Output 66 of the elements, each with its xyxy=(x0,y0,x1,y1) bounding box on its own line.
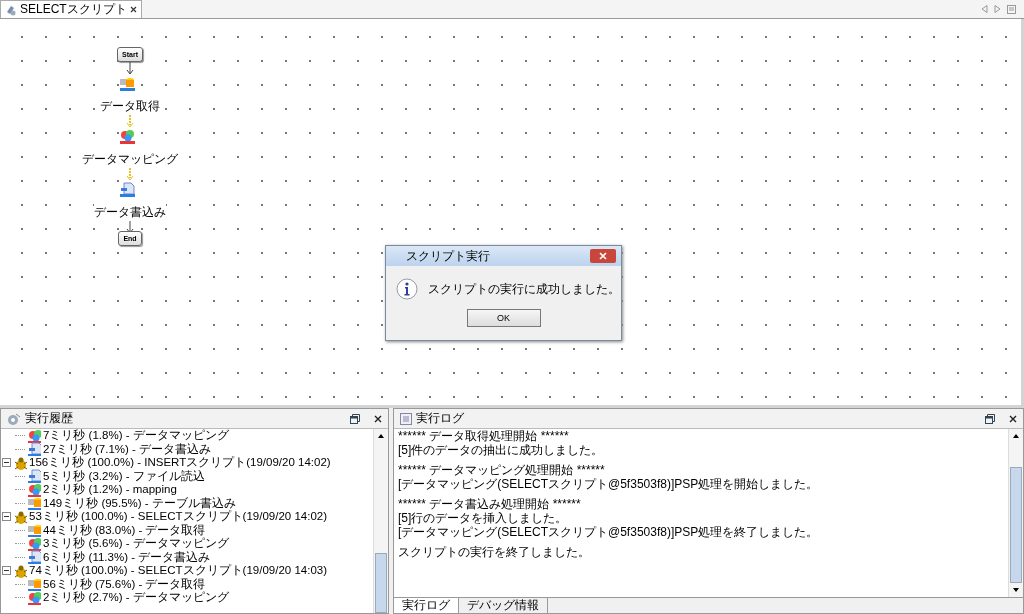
panel-tab[interactable]: デバッグ情報 xyxy=(459,598,548,613)
tree-item[interactable]: 156ミリ秒 (100.0%) - INSERTスクリプト(19/09/20 14:02) xyxy=(29,456,331,470)
document-icon xyxy=(27,442,41,457)
connector-arrow xyxy=(125,62,135,76)
tree-item[interactable]: 149ミリ秒 (95.5%) - テーブル書込み xyxy=(43,496,236,510)
collapse-toggle[interactable] xyxy=(2,458,11,468)
node-label: データマッピング xyxy=(82,151,178,168)
ok-button[interactable]: OK xyxy=(466,309,541,327)
panel-title: 実行ログ xyxy=(416,410,464,427)
tree-item[interactable]: 44ミリ秒 (83.0%) - データ取得 xyxy=(43,523,206,537)
node-label: データ書込み xyxy=(94,204,166,221)
connector-arrow xyxy=(125,115,135,129)
connector-arrow xyxy=(125,221,135,231)
scrollbar[interactable] xyxy=(1008,429,1023,597)
close-icon[interactable] xyxy=(129,6,137,13)
colored-balls-icon xyxy=(27,590,41,605)
bug-icon xyxy=(13,509,27,524)
document-icon xyxy=(27,550,41,565)
editor-tab[interactable]: SELECTスクリプト xyxy=(0,0,142,18)
restore-icon xyxy=(350,413,360,424)
collapse-toggle[interactable] xyxy=(2,512,11,522)
tree-item[interactable]: 2ミリ秒 (1.2%) - mapping xyxy=(43,483,177,497)
bug-icon xyxy=(13,455,27,470)
tree-item[interactable]: 5ミリ秒 (3.2%) - ファイル読込 xyxy=(43,469,205,483)
log-line: [データマッピング(SELECTスクリプト@5f3503f8)]PSP処理を終了しました。 xyxy=(398,525,820,539)
panel-tab[interactable]: 実行ログ xyxy=(394,598,459,613)
tree-item[interactable]: 74ミリ秒 (100.0%) - SELECTスクリプト(19/09/20 14:03) xyxy=(29,564,327,578)
scroll-thumb[interactable] xyxy=(375,553,387,613)
database-icon xyxy=(27,577,41,592)
tree-item[interactable]: 27ミリ秒 (7.1%) - データ書込み xyxy=(43,442,212,456)
tree-item[interactable]: 7ミリ秒 (1.8%) - データマッピング xyxy=(43,429,229,443)
log-line: ****** データマッピング処理開始 ****** xyxy=(398,463,606,477)
colored-balls-icon xyxy=(27,482,41,497)
log-line: [5]行のデータを挿入しました。 xyxy=(398,511,569,525)
tree-item[interactable]: 56ミリ秒 (75.6%) - データ取得 xyxy=(43,577,206,591)
panel-title: 実行履歴 xyxy=(25,410,73,427)
connector-arrow xyxy=(125,168,135,182)
restore-icon xyxy=(985,413,995,424)
close-button[interactable] xyxy=(590,249,616,263)
list-icon[interactable] xyxy=(1007,4,1016,14)
close-icon[interactable] xyxy=(374,414,382,423)
log-line: [5]件のデータの抽出に成功しました。 xyxy=(398,443,605,457)
colored-balls-icon xyxy=(27,536,41,551)
close-icon[interactable] xyxy=(1009,414,1017,423)
bug-icon xyxy=(13,563,27,578)
colored-balls-icon xyxy=(27,429,41,443)
log-line: [データマッピング(SELECTスクリプト@5f3503f8)]PSP処理を開始しました。 xyxy=(398,477,820,491)
collapse-toggle[interactable] xyxy=(2,566,11,576)
tree-item[interactable]: 2ミリ秒 (2.7%) - データマッピング xyxy=(43,591,229,605)
tree-item[interactable]: 53ミリ秒 (100.0%) - SELECTスクリプト(19/09/20 14:02) xyxy=(29,510,327,524)
log-line: ****** データ書込み処理開始 ****** xyxy=(398,497,582,511)
scroll-thumb[interactable] xyxy=(1010,467,1022,583)
log-line: スクリプトの実行を終了しました。 xyxy=(398,545,591,559)
dialog-message: スクリプトの実行に成功しました。 xyxy=(428,280,620,298)
document-icon xyxy=(27,469,41,484)
log-line: ****** データ取得処理開始 ****** xyxy=(398,429,570,443)
dialog-title: スクリプト実行 xyxy=(406,247,491,265)
tree-item[interactable]: 3ミリ秒 (5.6%) - データマッピング xyxy=(43,537,229,551)
database-icon xyxy=(27,496,41,511)
tools-icon xyxy=(5,3,17,16)
tree-item[interactable]: 6ミリ秒 (11.3%) - データ書込み xyxy=(43,550,211,564)
info-icon xyxy=(396,278,418,300)
database-icon xyxy=(27,523,41,538)
log-icon xyxy=(400,412,412,425)
scrollbar[interactable] xyxy=(373,429,388,613)
node-label: データ取得 xyxy=(100,98,160,115)
